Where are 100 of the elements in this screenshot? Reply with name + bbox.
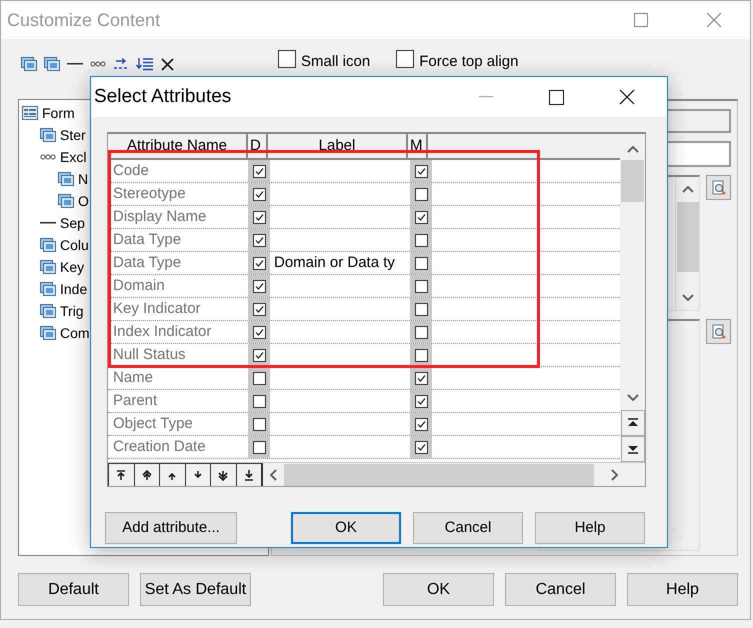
checkbox[interactable] [252, 394, 266, 408]
checkbox[interactable] [252, 440, 266, 454]
table-icon [40, 128, 56, 142]
tree-item[interactable]: Sep [60, 212, 85, 234]
move-top-icon [115, 469, 128, 481]
checkbox[interactable] [252, 280, 266, 292]
table-icon [40, 260, 56, 274]
window-button[interactable]: Help [627, 573, 738, 606]
window-title: Customize Content [7, 8, 160, 32]
table-cell[interactable]: Domain or Data ty [274, 254, 395, 272]
checkbox[interactable] [414, 348, 428, 362]
checkbox[interactable] [252, 234, 266, 246]
table-icon [40, 282, 56, 296]
checkbox[interactable] [414, 164, 428, 178]
checkbox[interactable] [414, 372, 428, 384]
form-icon [22, 106, 38, 120]
dots-icon [90, 61, 106, 67]
tree-item[interactable]: Trig [60, 300, 84, 322]
double-down-arrow-icon [217, 469, 230, 481]
dots-icon [40, 154, 56, 160]
checkbox[interactable] [414, 234, 428, 246]
window-button[interactable]: Cancel [505, 573, 616, 606]
checkbox[interactable] [278, 50, 296, 68]
table-cell[interactable]: Display Name [113, 208, 206, 226]
table-cell[interactable]: Key Indicator [113, 300, 201, 318]
checkbox[interactable] [414, 394, 428, 408]
table-cell[interactable]: Parent [113, 392, 158, 410]
table-cell[interactable]: Index Indicator [113, 323, 212, 341]
dialog-button[interactable]: Help [535, 512, 645, 544]
window-button[interactable]: Default [18, 573, 129, 606]
scroll-top-button[interactable] [620, 410, 644, 436]
table-icon [21, 57, 37, 71]
checkbox[interactable] [252, 348, 266, 362]
tree-item[interactable]: Form [42, 102, 75, 124]
double-up-arrow-icon [140, 469, 153, 481]
move-bottom-icon [626, 444, 638, 454]
tree-item[interactable]: Com [60, 322, 90, 344]
magnifier-icon [710, 324, 726, 340]
checkbox[interactable] [252, 164, 266, 178]
window-button[interactable]: Set As Default [140, 573, 251, 606]
dash-icon [67, 62, 83, 66]
move-top-icon [626, 418, 638, 428]
window-button[interactable]: OK [383, 573, 494, 606]
table-cell[interactable]: Code [113, 162, 149, 180]
close-icon[interactable] [619, 89, 635, 105]
scroll-thumb[interactable] [284, 464, 594, 486]
browse-button[interactable] [706, 319, 731, 344]
tree-item[interactable]: Inde [60, 278, 88, 300]
checkbox[interactable] [414, 210, 428, 224]
vertical-scrollbar[interactable] [620, 134, 645, 462]
scroll-bottom-button[interactable] [620, 436, 644, 462]
checkbox[interactable] [414, 188, 428, 200]
checkbox[interactable] [414, 280, 428, 292]
table-cell[interactable]: Creation Date [113, 438, 206, 456]
dialog-button[interactable]: Cancel [413, 512, 523, 544]
dialog-button[interactable]: OK [291, 512, 401, 544]
tree-item[interactable]: N [78, 168, 88, 190]
tree-item[interactable]: Excl [60, 146, 86, 168]
checkbox[interactable] [252, 302, 266, 316]
list-arrow-icon[interactable] [136, 57, 154, 71]
checkbox[interactable] [414, 418, 428, 430]
move-bottom-icon [242, 469, 255, 481]
tree-item[interactable]: O [78, 190, 89, 212]
checkbox[interactable] [414, 302, 428, 316]
checkbox[interactable] [414, 440, 428, 454]
browse-button[interactable] [706, 175, 731, 200]
checkbox[interactable] [252, 372, 266, 384]
delete-icon[interactable] [161, 58, 174, 70]
table-cell[interactable]: Domain [113, 277, 165, 295]
dash-icon [40, 221, 56, 225]
checkbox[interactable] [252, 418, 266, 430]
checkbox[interactable] [396, 50, 414, 68]
dotted-arrow-icon[interactable] [113, 57, 129, 71]
table-icon [44, 57, 60, 71]
tree-item[interactable]: Ster [60, 124, 86, 146]
checkbox[interactable] [414, 326, 428, 338]
table-icon [58, 172, 74, 186]
scroll-thumb[interactable] [621, 160, 644, 202]
option-label: Force top align [419, 52, 518, 72]
checkbox[interactable] [252, 256, 266, 270]
checkbox[interactable] [414, 256, 428, 270]
checkbox[interactable] [252, 210, 266, 224]
dialog-button[interactable]: Add attribute... [105, 512, 237, 544]
checkbox[interactable] [252, 188, 266, 200]
tree-item[interactable]: Colu [60, 234, 89, 256]
maximize-icon[interactable] [549, 90, 564, 104]
scrollbar[interactable] [675, 177, 699, 310]
scroll-thumb[interactable] [676, 202, 698, 272]
tree-item[interactable]: Key [60, 256, 84, 278]
table-cell[interactable]: Null Status [113, 346, 186, 364]
table-cell[interactable]: Stereotype [113, 185, 186, 203]
table-icon [40, 304, 56, 318]
table-icon [40, 326, 56, 340]
checkbox[interactable] [252, 326, 266, 338]
table-cell[interactable]: Object Type [113, 415, 193, 433]
table-icon [40, 238, 56, 252]
table-icon [58, 194, 74, 208]
table-cell[interactable]: Data Type [113, 231, 182, 249]
table-cell[interactable]: Name [113, 369, 154, 387]
table-cell[interactable]: Data Type [113, 254, 182, 272]
